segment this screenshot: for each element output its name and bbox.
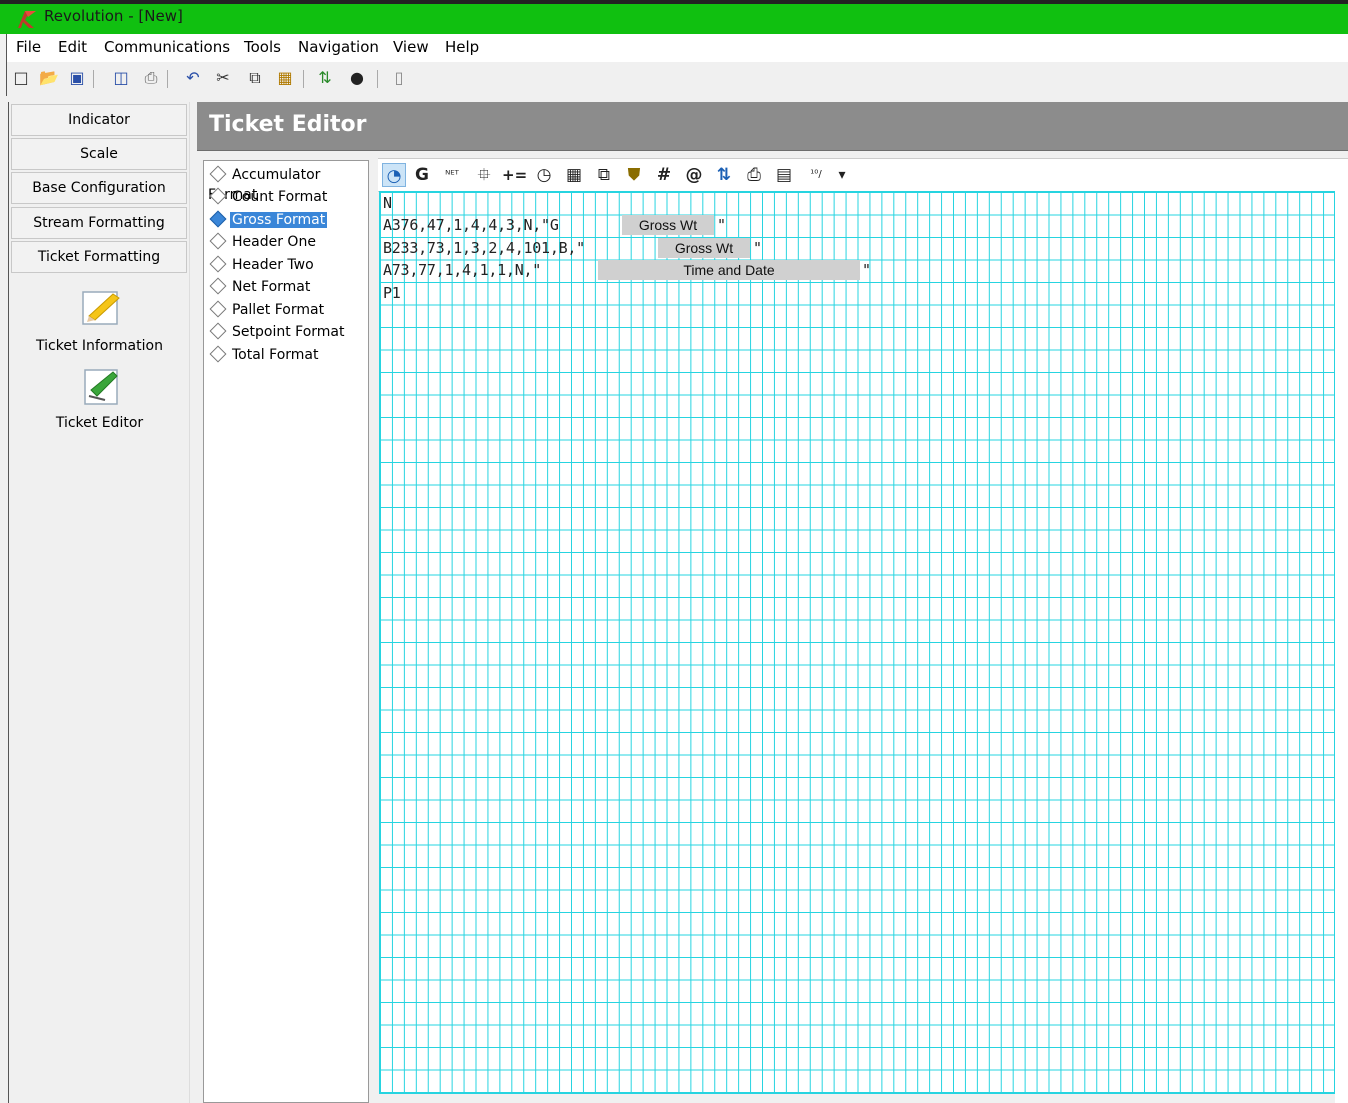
- accumulator-field-icon[interactable]: +=: [502, 163, 527, 187]
- diamond-icon: [209, 232, 227, 250]
- comment-icon[interactable]: ▯: [389, 68, 409, 88]
- cut-icon[interactable]: ✂: [213, 68, 233, 88]
- copy-icon[interactable]: ⧉: [245, 68, 265, 88]
- paste-icon[interactable]: ▦: [275, 68, 295, 88]
- ticket-editor-icon[interactable]: [81, 366, 123, 408]
- tare-field-icon[interactable]: ⧉: [592, 163, 616, 187]
- nav-scale-button[interactable]: Scale: [11, 138, 187, 170]
- toolbar-separator: [303, 70, 304, 88]
- setpoint-field-icon[interactable]: ⯐: [472, 163, 496, 187]
- diamond-icon: [209, 300, 227, 318]
- revolution-logo-icon: [18, 11, 36, 28]
- quote-mark: ": [753, 239, 763, 257]
- id-field-icon[interactable]: ⛊: [622, 163, 646, 187]
- diamond-icon: [209, 345, 227, 363]
- ticket-editor-grid[interactable]: N A376,47,1,4,4,3,N,"G Gross Wt " B233,7…: [379, 191, 1335, 1094]
- tree-item-header-one[interactable]: Header One: [208, 232, 318, 252]
- print-icon[interactable]: ⎙: [141, 68, 161, 88]
- diamond-icon: [209, 255, 227, 273]
- ticket-information-label[interactable]: Ticket Information: [9, 338, 190, 354]
- ticket-editor-label[interactable]: Ticket Editor: [9, 415, 190, 431]
- printer-field-icon[interactable]: ⎙: [742, 163, 766, 187]
- time-field-icon[interactable]: ◷: [532, 163, 556, 187]
- nav-indicator-button[interactable]: Indicator: [11, 104, 187, 136]
- title-bar: Revolution - [New]: [0, 0, 1348, 34]
- tree-item-count-format[interactable]: Count Format: [208, 187, 329, 207]
- transfer-field-icon[interactable]: ⇅: [712, 163, 736, 187]
- tree-item-accumulator-format[interactable]: Accumulator Format: [208, 165, 368, 203]
- time-and-date-field[interactable]: Time and Date: [598, 260, 860, 280]
- undo-icon[interactable]: ↶: [183, 68, 203, 88]
- diamond-icon: [209, 165, 227, 183]
- gross-field-icon[interactable]: G: [410, 163, 434, 187]
- open-icon[interactable]: 📂: [39, 68, 59, 88]
- tree-item-net-format[interactable]: Net Format: [208, 277, 312, 297]
- window-title: Revolution - [New]: [44, 7, 183, 25]
- print-preview-icon[interactable]: ◫: [111, 68, 131, 88]
- page-header: Ticket Editor: [197, 102, 1348, 151]
- menu-help[interactable]: Help: [445, 38, 479, 56]
- menu-bar: File Edit Communications Tools Navigatio…: [6, 34, 1348, 62]
- at-field-icon[interactable]: @: [682, 163, 706, 187]
- diamond-icon: [209, 187, 227, 205]
- save-icon[interactable]: ▣: [67, 68, 87, 88]
- id-count-field-icon[interactable]: ¹⁰/: [804, 163, 828, 187]
- main-toolbar: □ 📂 ▣ ◫ ⎙ ↶ ✂ ⧉ ▦ ⇅ ● ▯: [6, 62, 1348, 96]
- count-field-icon[interactable]: #: [652, 163, 676, 187]
- diamond-icon: [209, 322, 227, 340]
- new-icon[interactable]: □: [11, 68, 31, 88]
- select-pointer-icon[interactable]: ◔: [382, 163, 406, 187]
- disconnect-icon[interactable]: ●: [347, 68, 367, 88]
- toolbar-separator: [93, 70, 94, 88]
- tree-item-gross-format[interactable]: Gross Format: [208, 210, 328, 230]
- menu-view[interactable]: View: [393, 38, 429, 56]
- connect-icon[interactable]: ⇅: [315, 68, 335, 88]
- gross-wt-field[interactable]: Gross Wt: [622, 215, 714, 235]
- menu-navigation[interactable]: Navigation: [298, 38, 379, 56]
- diamond-icon: [209, 277, 227, 295]
- toolbar-separator: [167, 70, 168, 88]
- quote-mark: ": [717, 216, 727, 234]
- editor-margin: [1335, 191, 1348, 1103]
- tree-item-pallet-format[interactable]: Pallet Format: [208, 300, 326, 320]
- code-line[interactable]: N: [383, 192, 392, 214]
- menu-tools[interactable]: Tools: [244, 38, 281, 56]
- code-line[interactable]: A73,77,1,4,1,1,N,": [383, 259, 541, 281]
- tree-item-total-format[interactable]: Total Format: [208, 345, 320, 365]
- tree-item-header-two[interactable]: Header Two: [208, 255, 316, 275]
- gross-wt-field[interactable]: Gross Wt: [658, 238, 750, 258]
- nav-base-configuration-button[interactable]: Base Configuration: [11, 172, 187, 204]
- header-field-icon[interactable]: ▤: [772, 163, 796, 187]
- diamond-icon: [209, 210, 227, 228]
- panel-splitter[interactable]: [189, 102, 198, 1103]
- date-field-icon[interactable]: ▦: [562, 163, 586, 187]
- page-title: Ticket Editor: [209, 112, 367, 137]
- net-field-icon[interactable]: ᴺᴱᵀ: [440, 163, 464, 187]
- quote-mark: ": [862, 261, 872, 279]
- editor-toolbar: ◔ G ᴺᴱᵀ ⯐ += ◷ ▦ ⧉ ⛊ # @ ⇅ ⎙ ▤ ¹⁰/ ▾: [378, 158, 1348, 192]
- menu-communications[interactable]: Communications: [104, 38, 230, 56]
- chevron-down-icon[interactable]: ▾: [830, 163, 854, 187]
- toolbar-separator: [377, 70, 378, 88]
- code-line[interactable]: P1: [383, 282, 401, 304]
- code-line[interactable]: A376,47,1,4,4,3,N,"G: [383, 214, 559, 236]
- tree-item-setpoint-format[interactable]: Setpoint Format: [208, 322, 346, 342]
- format-tree: Accumulator Format Count Format Gross Fo…: [203, 160, 369, 1103]
- nav-stream-formatting-button[interactable]: Stream Formatting: [11, 207, 187, 239]
- nav-ticket-formatting-button[interactable]: Ticket Formatting: [11, 241, 187, 273]
- navigation-panel: Indicator Scale Base Configuration Strea…: [8, 102, 191, 1103]
- ticket-information-icon[interactable]: [81, 286, 123, 328]
- code-line[interactable]: B233,73,1,3,2,4,101,B,": [383, 237, 585, 259]
- menu-file[interactable]: File: [16, 38, 41, 56]
- menu-edit[interactable]: Edit: [58, 38, 87, 56]
